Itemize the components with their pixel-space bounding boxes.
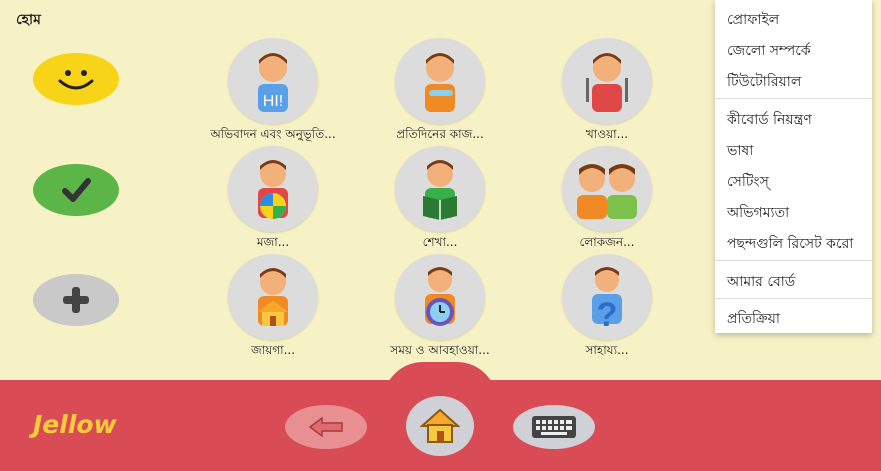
menu-item-language[interactable]: ভাষা <box>727 139 753 163</box>
category-help[interactable]: ? সাহায্য... <box>527 254 687 362</box>
smile-button[interactable] <box>33 53 119 105</box>
back-button[interactable] <box>285 405 367 449</box>
plus-icon <box>63 287 89 313</box>
menu-divider <box>715 260 872 261</box>
category-label: সময় ও আবহাওয়া... <box>390 343 490 357</box>
menu-item-reset-preferences[interactable]: পছন্দগুলি রিসেট করো <box>727 232 853 256</box>
page-title: হোম <box>16 12 41 28</box>
category-label: শেখা... <box>422 235 458 249</box>
category-label: সাহায্য... <box>585 343 629 357</box>
menu-item-feedback[interactable]: প্রতিক্রিয়া <box>727 307 780 331</box>
home-icon <box>420 408 460 443</box>
menu-item-tutorial[interactable]: টিউটোরিয়াল <box>727 70 801 94</box>
menu-item-keyboard-control[interactable]: কীবোর্ড নিয়ন্ত্রণ <box>727 108 812 132</box>
learning-boy-book-icon <box>395 146 485 232</box>
svg-text:HI!: HI! <box>263 93 283 110</box>
back-arrow-icon <box>308 416 343 438</box>
svg-text:?: ? <box>597 296 618 330</box>
category-label: প্রতিদিনের কাজ... <box>396 127 484 141</box>
menu-item-profile[interactable]: প্রোফাইল <box>727 8 779 32</box>
category-label: খাওয়া... <box>585 127 629 141</box>
check-icon <box>62 178 91 202</box>
category-eating[interactable]: খাওয়া... <box>527 38 687 146</box>
home-button[interactable] <box>406 396 474 456</box>
menu-item-settings[interactable]: সেটিংস্ <box>727 170 769 194</box>
category-label: জায়গা... <box>250 343 296 357</box>
help-boy-question-icon: ? <box>562 254 652 340</box>
smile-face-icon <box>58 70 94 90</box>
overflow-menu: প্রোফাইল জেলো সম্পর্কে টিউটোরিয়াল কীবোর… <box>715 0 872 333</box>
greeting-boy-icon: HI! <box>228 38 318 124</box>
category-label: অভিবাদন এবং অনুভূতি... <box>210 127 336 141</box>
keyboard-button[interactable] <box>513 405 595 449</box>
eating-boy-icon <box>562 38 652 124</box>
category-people[interactable]: লোকজন... <box>527 146 687 254</box>
check-button[interactable] <box>33 164 119 216</box>
menu-item-my-boards[interactable]: আমার বোর্ড <box>727 270 795 294</box>
fun-boy-ball-icon <box>228 146 318 232</box>
category-greetings[interactable]: HI! অভিবাদন এবং অনুভূতি... <box>193 38 353 146</box>
category-label: মজা... <box>256 235 290 249</box>
places-boy-house-icon <box>228 254 318 340</box>
category-daily-activities[interactable]: প্রতিদিনের কাজ... <box>360 38 520 146</box>
daily-activities-boy-icon <box>395 38 485 124</box>
people-two-kids-icon <box>562 146 652 232</box>
category-learning[interactable]: শেখা... <box>360 146 520 254</box>
add-button[interactable] <box>33 274 119 326</box>
menu-item-accessibility[interactable]: অভিগম্যতা <box>727 201 789 225</box>
category-fun[interactable]: মজা... <box>193 146 353 254</box>
menu-item-about[interactable]: জেলো সম্পর্কে <box>727 39 811 63</box>
category-places[interactable]: জায়গা... <box>193 254 353 362</box>
keyboard-icon <box>532 416 576 438</box>
category-label: লোকজন... <box>579 235 635 249</box>
menu-divider <box>715 298 872 299</box>
menu-divider <box>715 98 872 99</box>
jellow-logo: Jellow <box>33 410 117 439</box>
category-time-weather[interactable]: সময় ও আবহাওয়া... <box>360 254 520 362</box>
time-weather-boy-clock-icon <box>395 254 485 340</box>
